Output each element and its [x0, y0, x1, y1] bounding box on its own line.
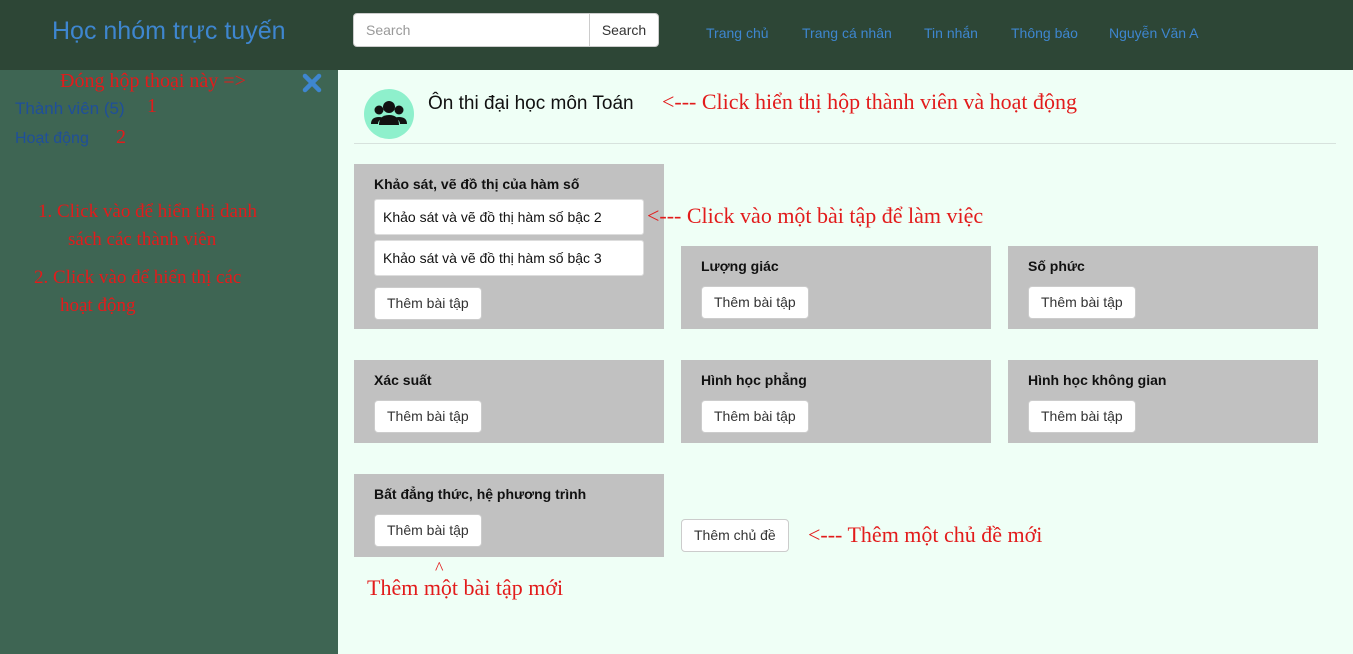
nav-link-notifications[interactable]: Thông báo: [1011, 25, 1078, 41]
instruction-2-line1: 2. Click vào để hiển thị các: [34, 267, 242, 288]
instruction-2-line2: hoạt động: [60, 295, 136, 316]
topic-title: Hình học không gian: [1028, 372, 1167, 388]
add-exercise-button[interactable]: Thêm bài tập: [374, 287, 482, 320]
topic-title: Bất đẳng thức, hệ phương trình: [374, 486, 587, 502]
add-exercise-button[interactable]: Thêm bài tập: [701, 286, 809, 319]
exercise-item[interactable]: Khảo sát và vẽ đồ thị hàm số bậc 3: [374, 240, 644, 276]
group-users-icon: [371, 101, 407, 125]
add-topic-note: <--- Thêm một chủ đề mới: [808, 522, 1043, 547]
group-note: <--- Click hiển thị hộp thành viên và ho…: [662, 89, 1078, 114]
members-link[interactable]: Thành viên (5): [15, 99, 125, 119]
top-navbar: Học nhóm trực tuyến Search Trang chủ Tra…: [0, 0, 1353, 70]
topic-card: Hình học không gian Thêm bài tập: [1008, 360, 1318, 443]
members-marker: 1: [147, 95, 157, 117]
exercise-note: <--- Click vào một bài tập để làm việc: [647, 203, 984, 228]
search-button[interactable]: Search: [589, 13, 659, 47]
topic-card: Bất đẳng thức, hệ phương trình Thêm bài …: [354, 474, 664, 557]
add-exercise-button[interactable]: Thêm bài tập: [374, 514, 482, 547]
topic-title: Lượng giác: [701, 258, 779, 274]
topic-title: Số phức: [1028, 258, 1085, 274]
close-dialog-note: Đóng hộp thoại này =>: [60, 70, 246, 92]
group-title[interactable]: Ôn thi đại học môn Toán: [428, 93, 634, 115]
add-exercise-button[interactable]: Thêm bài tập: [701, 400, 809, 433]
exercise-item[interactable]: Khảo sát và vẽ đồ thị hàm số bậc 2: [374, 199, 644, 235]
topic-card: Xác suất Thêm bài tập: [354, 360, 664, 443]
search-input[interactable]: [353, 13, 590, 47]
instruction-1-line2: sách các thành viên: [68, 229, 217, 250]
topic-title: Xác suất: [374, 372, 432, 388]
activity-marker: 2: [116, 126, 126, 148]
nav-link-profile[interactable]: Trang cá nhân: [802, 25, 892, 41]
divider: [354, 143, 1336, 144]
topic-title: Khảo sát, vẽ đồ thị của hàm số: [374, 176, 580, 192]
sidebar-panel: [0, 70, 338, 654]
add-exercise-button[interactable]: Thêm bài tập: [374, 400, 482, 433]
topic-card: Khảo sát, vẽ đồ thị của hàm số Khảo sát …: [354, 164, 664, 329]
nav-link-user[interactable]: Nguyễn Văn A: [1109, 25, 1199, 41]
topic-card: Số phức Thêm bài tập: [1008, 246, 1318, 329]
close-icon[interactable]: [301, 72, 323, 94]
group-avatar[interactable]: [364, 89, 414, 139]
activity-link[interactable]: Hoạt động: [15, 130, 89, 148]
add-exercise-note: Thêm một bài tập mới: [367, 575, 564, 600]
topic-title: Hình học phẳng: [701, 372, 807, 388]
add-exercise-button[interactable]: Thêm bài tập: [1028, 400, 1136, 433]
add-topic-button[interactable]: Thêm chủ đề: [681, 519, 789, 552]
nav-link-messages[interactable]: Tin nhắn: [924, 25, 978, 41]
instruction-1-line1: 1. Click vào để hiển thị danh: [38, 201, 257, 222]
add-exercise-button[interactable]: Thêm bài tập: [1028, 286, 1136, 319]
topic-card: Hình học phẳng Thêm bài tập: [681, 360, 991, 443]
nav-link-home[interactable]: Trang chủ: [706, 25, 769, 41]
brand-title[interactable]: Học nhóm trực tuyến: [52, 17, 286, 46]
topic-card: Lượng giác Thêm bài tập: [681, 246, 991, 329]
